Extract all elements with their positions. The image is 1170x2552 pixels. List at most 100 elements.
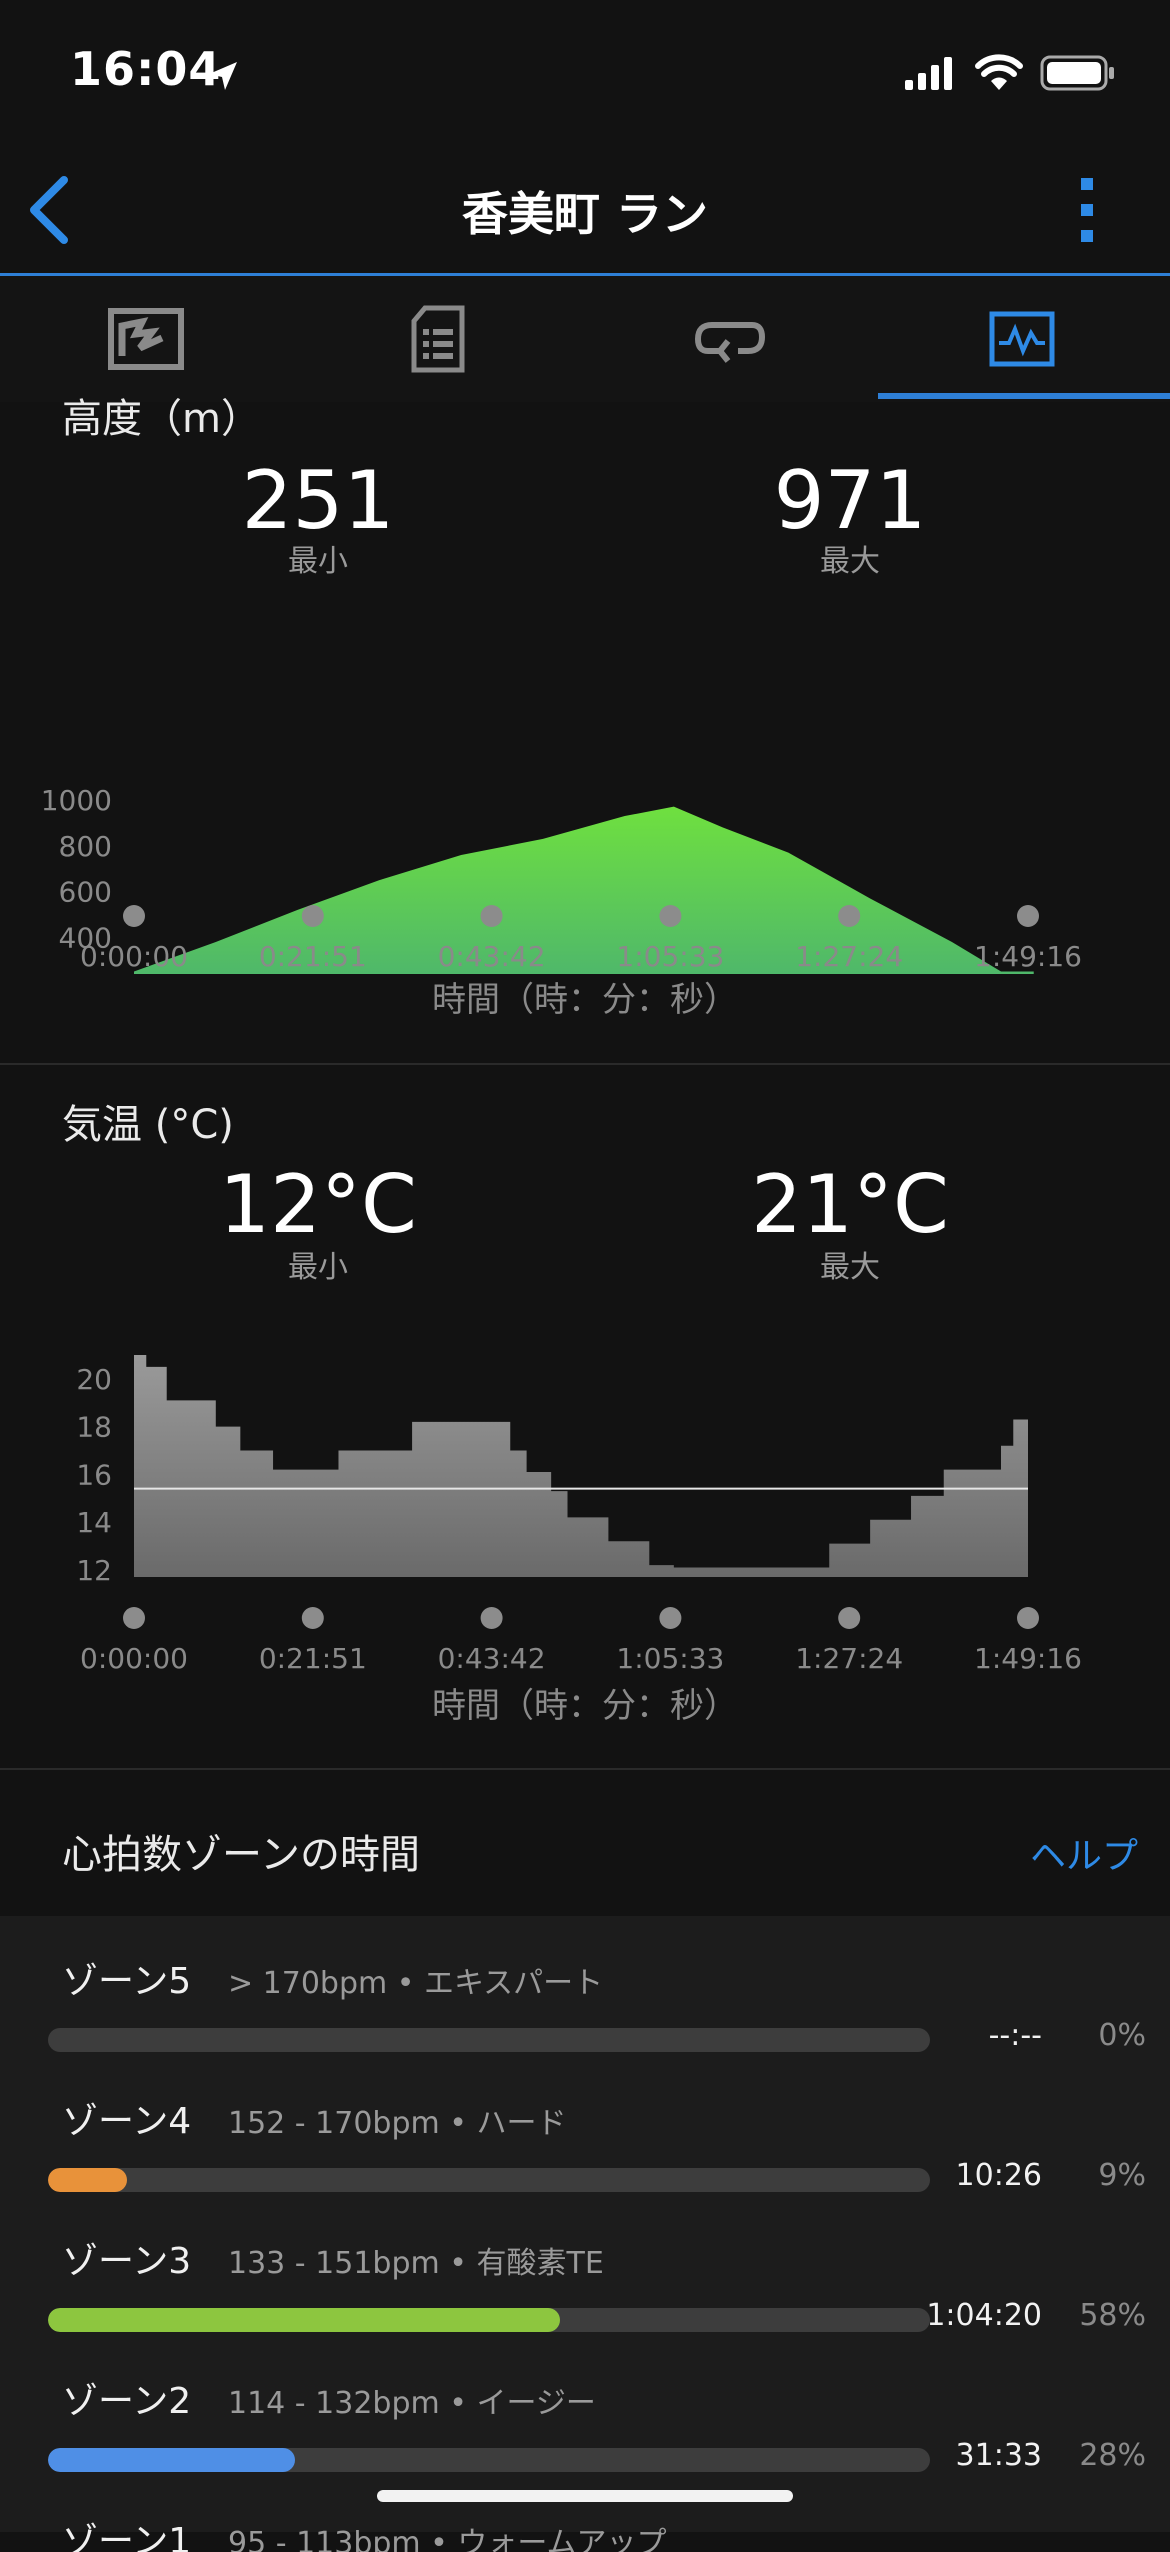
x-tick-dot [301,1607,324,1629]
status-bar: 16:04 [0,0,1170,150]
x-tick-label: 0:21:51 [259,940,367,973]
zone-row-4: ゾーン4 152 - 170bpm • ハード 10:26 9% [0,2092,1170,2193]
zone-progress-fill [48,2448,295,2472]
navigation-bar: 香美町 ラン [0,150,1170,276]
active-tab-indicator [878,393,1170,399]
zone-description: 152 - 170bpm • ハード [228,2106,567,2141]
temperature-title: 気温 (°C) [62,1102,234,1148]
zones-section-title: 心拍数ゾーンの時間 [62,1832,420,1878]
zone-progress-track [48,2168,930,2192]
map-icon [108,308,184,370]
zone-description: > 170bpm • エキスパート [228,1966,604,2001]
zone-progress-track [48,2028,930,2052]
zone-description: 95 - 113bpm • ウォームアップ [228,2526,667,2552]
y-tick-label: 800 [59,830,112,863]
temperature-card: 気温 (°C) 12°C 最小 21°C 最大 20 18 16 14 12 0:00:0… [0,1065,1170,1768]
zone-percent: 0% [1098,2018,1146,2053]
heart-rate-zones-header: 心拍数ゾーンの時間 ヘルプ [0,1770,1170,1916]
temperature-min-value: 12°C [219,1158,417,1251]
page-title: 香美町 ラン [461,187,708,241]
x-tick-label: 0:00:00 [80,940,188,973]
x-tick-dot [123,1607,145,1629]
x-tick-dot [301,905,324,927]
zone-name: ゾーン3 [62,2241,192,2282]
elevation-x-axis-title: 時間（時：分：秒） [432,980,738,1020]
x-tick-dot [480,905,503,927]
activity-tabs [0,276,1170,404]
zone-time: 1:04:20 [926,2298,1042,2333]
zone-name: ゾーン5 [62,1961,192,2002]
zone-row-5: ゾーン5 > 170bpm • エキスパート --:-- 0% [0,1952,1170,2053]
x-tick-label: 1:49:16 [974,1642,1082,1675]
heart-rate-zones-list: ゾーン5 > 170bpm • エキスパート --:-- 0% ゾーン4 152… [0,1916,1170,2552]
tab-laps[interactable] [584,276,876,402]
zone-name: ゾーン4 [62,2101,192,2142]
zone-description: 133 - 151bpm • 有酸素TE [228,2246,604,2281]
zone-name: ゾーン2 [62,2381,192,2422]
y-tick-label: 20 [76,1363,112,1396]
y-tick-label: 16 [76,1458,112,1491]
location-arrow-icon [209,62,237,90]
temperature-max-value: 21°C [751,1158,949,1251]
x-tick-dot [659,1607,682,1629]
elevation-card: 高度（m） 251 最小 971 最大 1000 800 600 400 0:00:00… [0,396,1170,1062]
tab-details[interactable] [292,276,584,402]
chart-area [134,1355,1028,1577]
tab-map[interactable] [0,276,292,402]
zone-percent: 58% [1079,2298,1146,2333]
zone-progress-track [48,2448,930,2472]
zone-name: ゾーン1 [62,2521,192,2552]
x-tick-label: 1:27:24 [795,1642,903,1675]
x-tick-label: 0:43:42 [438,1642,546,1675]
zone-description: 114 - 132bpm • イージー [228,2386,596,2421]
zone-percent: 28% [1079,2438,1146,2473]
loop-icon [694,322,766,363]
temperature-x-axis-title: 時間（時：分：秒） [432,1686,738,1726]
elevation-max-value: 971 [773,454,927,547]
zone-row-1: ゾーン1 95 - 113bpm • ウォームアップ [0,2512,1170,2552]
zone-time: 10:26 [955,2158,1042,2193]
zone-time: 31:33 [955,2438,1042,2473]
home-indicator [377,2490,793,2502]
zone-progress-fill [48,2308,560,2332]
x-tick-label: 0:21:51 [259,1642,367,1675]
y-tick-label: 18 [76,1411,112,1444]
tab-charts[interactable] [876,276,1168,402]
status-time: 16:04 [70,42,222,96]
elevation-title: 高度（m） [62,396,261,442]
y-tick-label: 12 [76,1554,112,1587]
x-tick-label: 1:05:33 [616,940,724,973]
x-tick-label: 1:27:24 [795,940,903,973]
x-tick-dot [838,1607,861,1629]
cellular-signal-icon [905,57,952,90]
x-tick-label: 0:00:00 [80,1642,188,1675]
elevation-min-value: 251 [241,454,395,547]
more-vertical-icon[interactable] [1072,174,1102,254]
y-tick-label: 1000 [41,784,112,817]
y-tick-label: 600 [59,876,112,909]
x-tick-dot [1017,905,1039,927]
temperature-min-label: 最小 [288,1250,348,1285]
temperature-max-label: 最大 [820,1250,880,1285]
wifi-icon [975,54,1023,90]
zone-time: --:-- [988,2018,1042,2053]
elevation-min-label: 最小 [288,544,348,579]
y-tick-label: 14 [76,1506,112,1539]
x-tick-label: 1:49:16 [974,940,1082,973]
help-link[interactable]: ヘルプ [1030,1827,1138,1879]
x-tick-dot [1017,1607,1039,1629]
x-tick-label: 0:43:42 [438,940,546,973]
battery-icon [1040,55,1114,91]
zone-row-2: ゾーン2 114 - 132bpm • イージー 31:33 28% [0,2372,1170,2473]
elevation-max-label: 最大 [820,544,880,579]
x-tick-dot [123,905,145,927]
x-tick-label: 1:05:33 [616,1642,724,1675]
chart-icon [989,311,1055,367]
zone-progress-fill [48,2168,128,2192]
zone-progress-track [48,2308,930,2332]
zone-percent: 9% [1098,2158,1146,2193]
x-tick-dot [659,905,682,927]
zone-row-3: ゾーン3 133 - 151bpm • 有酸素TE 1:04:20 58% [0,2232,1170,2333]
document-icon [411,305,465,373]
x-tick-dot [838,905,861,927]
